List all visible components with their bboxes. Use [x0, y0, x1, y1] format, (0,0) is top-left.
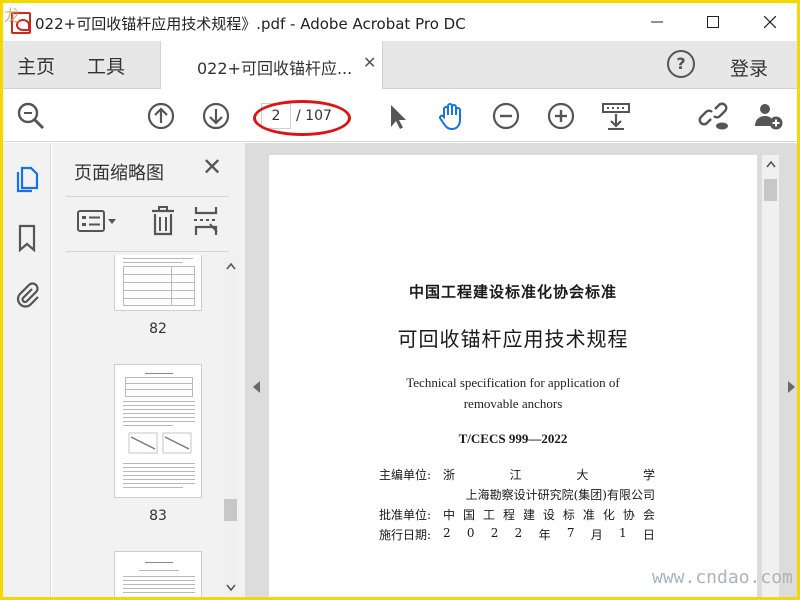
panel-divider	[66, 251, 229, 252]
page-number-highlight	[253, 100, 351, 136]
tab-home[interactable]: 主页	[17, 52, 55, 79]
collapse-left-panel-icon[interactable]	[253, 381, 260, 393]
maximize-icon	[707, 16, 719, 28]
standard-number: T/CECS 999—2022	[458, 431, 568, 446]
expand-right-panel-icon[interactable]	[788, 381, 795, 393]
extract-icon[interactable]	[192, 205, 220, 237]
navigation-rail	[3, 143, 51, 597]
approval-label: 批准单位:	[379, 508, 432, 522]
thumbnail-page[interactable]	[114, 255, 202, 311]
scroll-thumb[interactable]	[764, 179, 777, 201]
approval-value: 中国工程建设标准化协会	[443, 508, 655, 522]
chief-editor-value: 浙江大学	[443, 468, 655, 482]
tab-document[interactable]: 022+可回收锚杆应... ✕	[160, 41, 383, 89]
fit-page-icon[interactable]	[600, 100, 632, 132]
thumbnails-panel: 页面缩略图 ✕ 82 83	[52, 143, 245, 597]
effective-date-value: 2022年7月1日	[443, 526, 655, 542]
scroll-thumb[interactable]	[224, 499, 237, 521]
scroll-up-arrow-icon[interactable]	[762, 157, 779, 173]
document-viewer[interactable]: 中国工程建设标准化协会标准 可回收锚杆应用技术规程 Technical spec…	[245, 143, 797, 597]
chief-editor-row-2: 上海勘察设计研究院(集团)有限公司	[379, 486, 659, 504]
thumbnail-scrollbar[interactable]	[222, 257, 239, 597]
minimize-button[interactable]	[634, 3, 680, 41]
document-title-en-line2: removable anchors	[463, 396, 563, 411]
window-title: 022+可回收锚杆应用技术规程》.pdf - Adobe Acrobat Pro…	[35, 15, 466, 33]
zoom-search-icon[interactable]	[15, 100, 47, 132]
login-link[interactable]: 登录	[730, 54, 768, 81]
pdf-page: 中国工程建设标准化协会标准 可回收锚杆应用技术规程 Technical spec…	[269, 155, 757, 597]
watermark-logo-icon: 龙	[4, 6, 21, 25]
thumbnail-options-icon[interactable]	[74, 206, 122, 236]
delete-icon[interactable]	[149, 205, 177, 237]
tab-tools[interactable]: 工具	[87, 52, 125, 79]
document-title-cn: 可回收锚杆应用技术规程	[397, 327, 629, 351]
add-user-icon[interactable]	[752, 100, 784, 132]
document-scrollbar[interactable]	[762, 155, 779, 597]
thumbnail-page[interactable]	[114, 551, 202, 597]
approval-row: 批准单位: 中国工程建设标准化协会	[379, 506, 659, 524]
zoom-in-icon[interactable]	[545, 100, 577, 132]
document-tab-label: 022+可回收锚杆应...	[197, 59, 353, 78]
bookmark-icon[interactable]	[13, 223, 41, 253]
effective-date-label: 施行日期:	[379, 528, 432, 542]
panel-divider	[66, 196, 229, 197]
scroll-up-arrow-icon[interactable]	[222, 259, 239, 275]
effective-date-row: 施行日期: 2022年7月1日	[379, 526, 659, 544]
page-down-icon[interactable]	[200, 100, 232, 132]
chief-editor-label: 主编单位:	[379, 468, 432, 482]
thumbnails-icon[interactable]	[13, 165, 41, 195]
toolbar: 2 / 107	[3, 90, 797, 142]
standard-organization: 中国工程建设标准化协会标准	[408, 283, 617, 301]
thumbnail-page-label: 82	[149, 321, 167, 337]
zoom-out-icon[interactable]	[490, 100, 522, 132]
site-watermark: www.cndao.com	[652, 567, 793, 588]
close-window-button[interactable]	[747, 3, 793, 41]
panel-title: 页面缩略图	[74, 163, 164, 184]
attachment-icon[interactable]	[13, 279, 41, 309]
close-panel-button[interactable]: ✕	[202, 153, 222, 181]
thumbnail-page[interactable]	[114, 364, 202, 498]
select-arrow-icon[interactable]	[381, 100, 413, 132]
chief-editor-row: 主编单位: 浙江大学	[379, 466, 659, 484]
scroll-down-arrow-icon[interactable]	[222, 581, 239, 597]
close-document-tab-button[interactable]: ✕	[363, 53, 376, 72]
chief-editor-value-2: 上海勘察设计研究院(集团)有限公司	[465, 488, 655, 502]
thumbnail-list: 82 83	[52, 255, 222, 597]
hand-tool-icon[interactable]	[435, 100, 467, 132]
page-up-icon[interactable]	[145, 100, 177, 132]
share-link-icon[interactable]	[698, 100, 730, 132]
close-icon	[764, 16, 776, 28]
help-icon[interactable]: ?	[667, 50, 695, 78]
thumbnail-page-label: 83	[149, 508, 167, 524]
title-bar: 022+可回收锚杆应用技术规程》.pdf - Adobe Acrobat Pro…	[3, 3, 797, 41]
minimize-icon	[651, 21, 663, 23]
acrobat-window: 022+可回收锚杆应用技术规程》.pdf - Adobe Acrobat Pro…	[3, 3, 797, 597]
tab-bar: 主页 工具 022+可回收锚杆应... ✕ ? 登录	[3, 41, 797, 89]
document-title-en-line1: Technical specification for application …	[406, 375, 620, 390]
maximize-button[interactable]	[690, 3, 736, 41]
